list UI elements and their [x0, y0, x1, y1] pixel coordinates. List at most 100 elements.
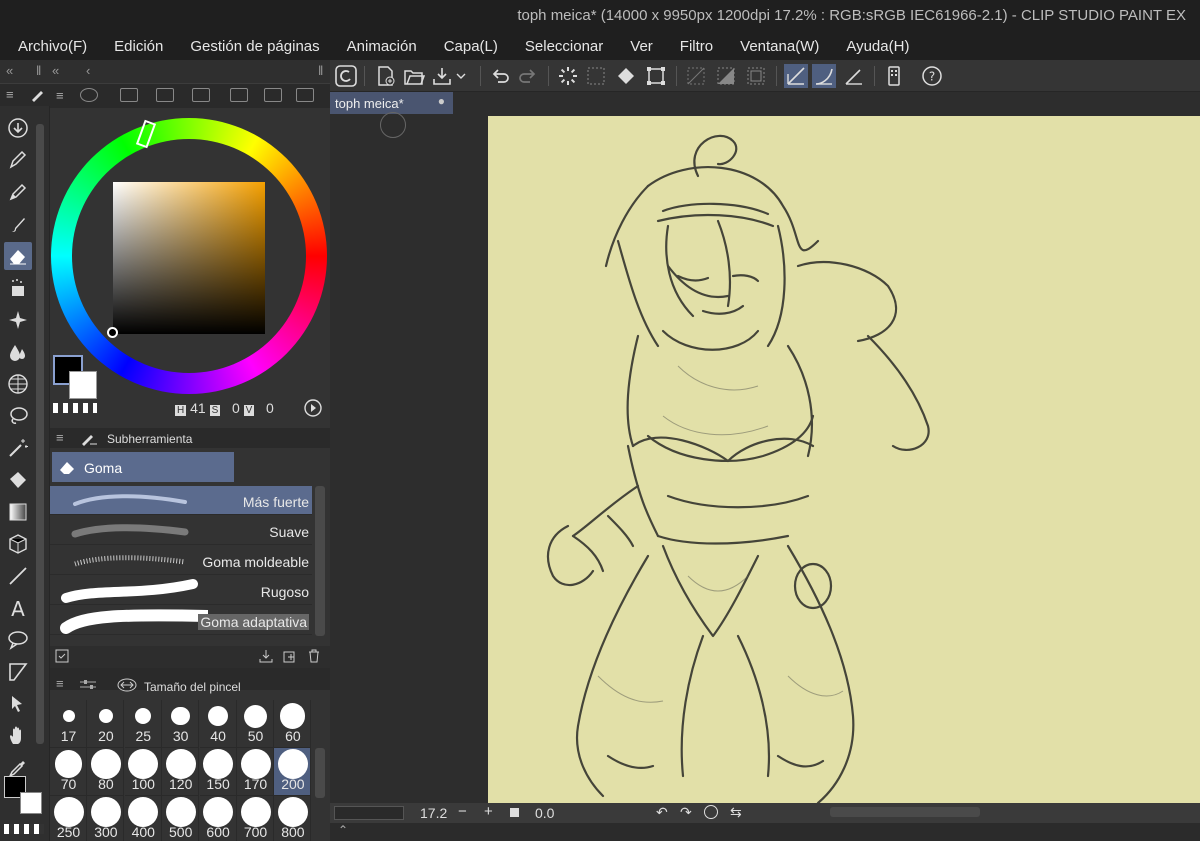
brush-size-60[interactable]: 60	[274, 700, 312, 748]
brush-size-25[interactable]: 25	[124, 700, 162, 748]
frame-icon[interactable]	[4, 658, 32, 686]
menu-icon[interactable]: ≡	[56, 88, 74, 103]
transform-icon[interactable]	[644, 64, 668, 88]
download-icon[interactable]	[4, 114, 32, 142]
brush-size-70[interactable]: 70	[50, 748, 87, 796]
navigator-slider[interactable]	[334, 806, 404, 820]
menu-capa[interactable]: Capa(L)	[444, 38, 498, 55]
tab-approximate-color[interactable]	[230, 88, 248, 102]
settings-icon[interactable]	[54, 648, 70, 664]
brush-size-200[interactable]: 200	[274, 748, 312, 796]
brush-size-80[interactable]: 80	[87, 748, 125, 796]
brush-size-300[interactable]: 300	[87, 796, 125, 841]
hand-icon[interactable]	[4, 722, 32, 750]
zoom-in-icon[interactable]: +	[484, 803, 493, 820]
wand-icon[interactable]	[4, 434, 32, 462]
help-icon[interactable]: ?	[920, 64, 944, 88]
pen-icon[interactable]	[4, 146, 32, 174]
chevron-left-icon[interactable]: ‹	[86, 63, 90, 78]
invert-selection-icon[interactable]	[714, 64, 738, 88]
loading-icon[interactable]	[556, 64, 580, 88]
brush-size-150[interactable]: 150	[199, 748, 237, 796]
gradient-icon[interactable]	[4, 498, 32, 526]
sparkle-icon[interactable]	[4, 306, 32, 334]
fill-selection-icon[interactable]	[614, 64, 638, 88]
zoom-out-icon[interactable]: −	[458, 803, 467, 820]
menu-icon[interactable]: ≡	[56, 430, 64, 445]
brush-size-800[interactable]: 800	[274, 796, 312, 841]
grid-icon[interactable]	[4, 370, 32, 398]
saturation-value-square[interactable]	[113, 182, 265, 334]
zoom-value[interactable]: 17.2	[420, 805, 447, 821]
brush-size-30[interactable]: 30	[162, 700, 200, 748]
tab-color-history[interactable]	[264, 88, 282, 102]
brush-item-goma-adaptativa[interactable]: Goma adaptativa	[50, 606, 312, 635]
brush-item-goma-moldeable[interactable]: Goma moldeable	[50, 546, 312, 575]
move-icon[interactable]	[4, 690, 32, 718]
text-icon[interactable]: A	[4, 594, 32, 622]
collapse-left-icon[interactable]: «	[6, 63, 13, 78]
transparent-color-swatch[interactable]	[4, 824, 44, 834]
menu-icon[interactable]: ≡	[56, 676, 64, 691]
brush-size-400[interactable]: 400	[125, 796, 162, 841]
drops-icon[interactable]	[4, 338, 32, 366]
collapse-left-icon-2[interactable]: «	[52, 63, 59, 78]
lasso-icon[interactable]	[4, 402, 32, 430]
redo-icon[interactable]	[516, 64, 540, 88]
cube-icon[interactable]	[4, 530, 32, 558]
brush-size-170[interactable]: 170	[237, 748, 274, 796]
menu-filtro[interactable]: Filtro	[680, 38, 713, 55]
save-dropdown-icon[interactable]	[454, 64, 468, 88]
snap-special-ruler-icon[interactable]	[812, 64, 836, 88]
select-all-icon[interactable]	[744, 64, 768, 88]
play-icon[interactable]	[304, 399, 322, 417]
canvas-paper[interactable]	[488, 116, 1200, 803]
save-icon[interactable]	[430, 64, 454, 88]
brush-size-250[interactable]: 250	[50, 796, 87, 841]
size-scrollbar[interactable]	[315, 748, 325, 798]
pencil-icon[interactable]	[4, 178, 32, 206]
rotate-left-icon[interactable]: ↶	[656, 804, 668, 821]
rotate-right-icon[interactable]: ↷	[680, 804, 692, 821]
close-dot-icon[interactable]: ●	[438, 94, 445, 108]
transparent-color-swatch[interactable]	[53, 403, 97, 413]
clear-selection-icon[interactable]	[584, 64, 608, 88]
brush-size-17[interactable]: 17	[50, 700, 87, 748]
hide-selection-icon[interactable]	[684, 64, 708, 88]
device-icon[interactable]	[882, 64, 906, 88]
import-icon[interactable]	[258, 648, 274, 664]
clip-studio-icon[interactable]	[334, 64, 358, 88]
menu-seleccionar[interactable]: Seleccionar	[525, 38, 603, 55]
tab-intermediate-color[interactable]	[192, 88, 210, 102]
fill-icon[interactable]	[4, 466, 32, 494]
brush-size-600[interactable]: 600	[200, 796, 237, 841]
tab-extra[interactable]	[296, 88, 314, 102]
menu-ayuda[interactable]: Ayuda(H)	[846, 38, 909, 55]
expand-up-icon[interactable]: ⌃	[338, 823, 348, 837]
brush-size-20[interactable]: 20	[87, 700, 125, 748]
menu-ver[interactable]: Ver	[630, 38, 653, 55]
menu-edicion[interactable]: Edición	[114, 38, 163, 55]
rotation-value[interactable]: 0.0	[535, 805, 554, 821]
open-folder-icon[interactable]	[402, 64, 426, 88]
trash-icon[interactable]	[306, 648, 322, 664]
eraser-icon[interactable]	[4, 242, 32, 270]
menu-ventana[interactable]: Ventana(W)	[740, 38, 819, 55]
tab-color-set[interactable]	[156, 88, 174, 102]
brush-tool-icon[interactable]	[4, 210, 32, 238]
brush-size-120[interactable]: 120	[162, 748, 200, 796]
sv-handle[interactable]	[107, 327, 118, 338]
brush-item-suave[interactable]: Suave	[50, 516, 312, 545]
duplicate-icon[interactable]	[282, 648, 298, 664]
tool-scrollbar[interactable]	[36, 124, 44, 744]
menu-archivo[interactable]: Archivo(F)	[18, 38, 87, 55]
menu-icon[interactable]: ≡	[6, 87, 14, 102]
brush-size-100[interactable]: 100	[124, 748, 162, 796]
sub-color-swatch[interactable]	[20, 792, 42, 814]
undo-icon[interactable]	[488, 64, 512, 88]
menu-gestion-paginas[interactable]: Gestión de páginas	[190, 38, 319, 55]
tab-color-slider[interactable]	[120, 88, 138, 102]
reset-rotation-icon[interactable]	[704, 805, 718, 819]
balloon-icon[interactable]	[4, 626, 32, 654]
snap-ruler-icon[interactable]	[784, 64, 808, 88]
